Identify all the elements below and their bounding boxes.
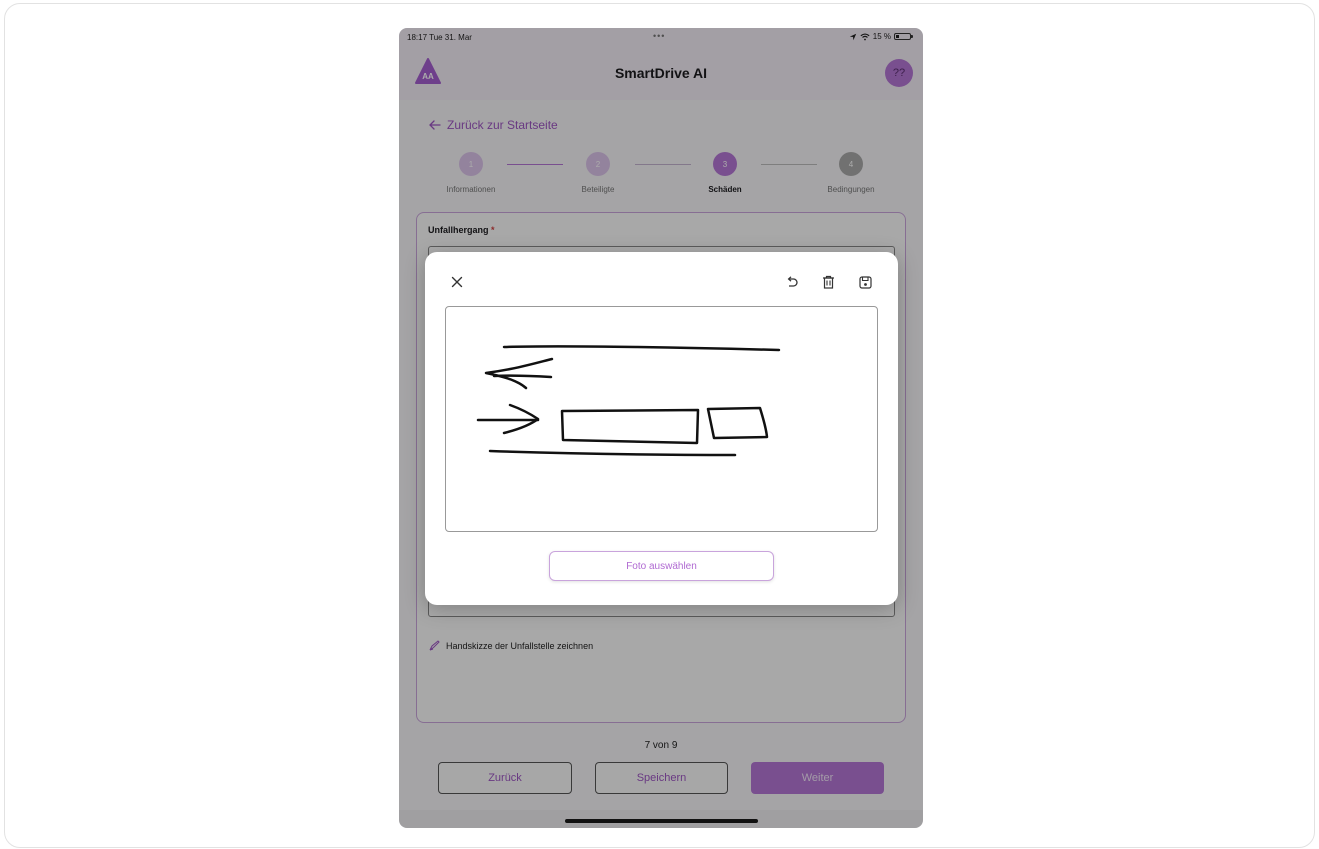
save-sketch-button[interactable] xyxy=(855,272,875,292)
close-icon xyxy=(451,276,463,288)
delete-button[interactable] xyxy=(818,272,838,292)
undo-button[interactable] xyxy=(782,272,802,292)
home-indicator[interactable] xyxy=(565,819,758,823)
drawing-canvas[interactable] xyxy=(445,306,878,532)
trash-icon xyxy=(822,275,834,289)
save-icon xyxy=(858,275,872,289)
undo-icon xyxy=(787,276,798,287)
select-photo-button[interactable]: Foto auswählen xyxy=(549,551,774,581)
sketch-modal: Foto auswählen xyxy=(425,252,898,605)
sketch-drawing xyxy=(476,345,781,457)
close-button[interactable] xyxy=(447,272,467,292)
